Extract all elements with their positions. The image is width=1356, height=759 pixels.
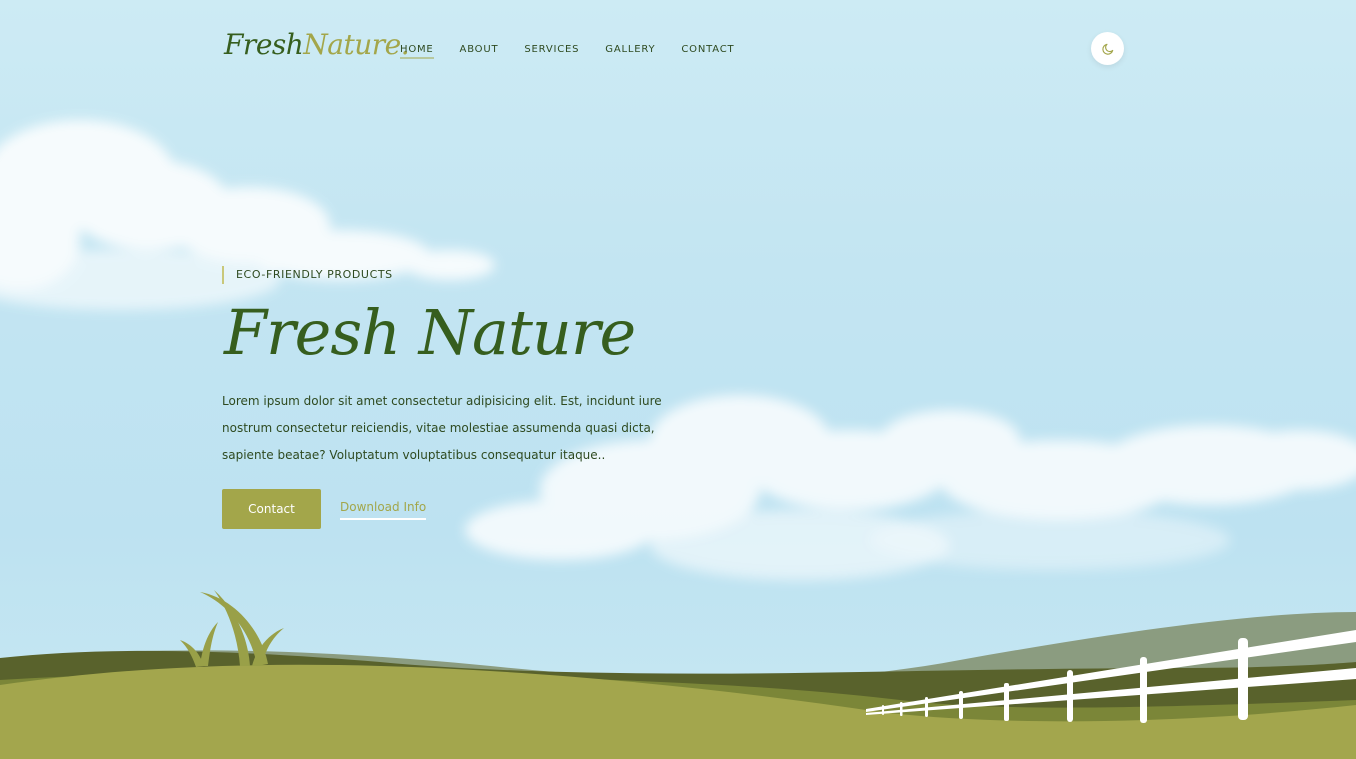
hero-title: Fresh Nature xyxy=(224,296,636,369)
theme-toggle-button[interactable] xyxy=(1091,32,1124,65)
logo-text-fresh: Fresh xyxy=(224,28,304,61)
landscape-illustration xyxy=(0,120,1356,759)
hero-eyebrow: ECO-FRIENDLY PRODUCTS xyxy=(222,266,393,284)
nav-item-gallery[interactable]: GALLERY xyxy=(605,44,655,59)
main-nav: HOME ABOUT SERVICES GALLERY CONTACT xyxy=(400,44,734,59)
contact-button[interactable]: Contact xyxy=(222,489,321,529)
hero-description: Lorem ipsum dolor sit amet consectetur a… xyxy=(222,394,662,462)
logo-text-nature: Nature. xyxy=(303,28,410,61)
nav-item-home[interactable]: HOME xyxy=(400,44,434,59)
moon-icon xyxy=(1101,43,1113,55)
site-logo[interactable]: FreshNature. xyxy=(224,28,410,61)
nav-item-about[interactable]: ABOUT xyxy=(460,44,499,59)
nav-item-services[interactable]: SERVICES xyxy=(524,44,579,59)
nav-item-contact[interactable]: CONTACT xyxy=(681,44,734,59)
download-info-link[interactable]: Download Info xyxy=(340,500,427,520)
